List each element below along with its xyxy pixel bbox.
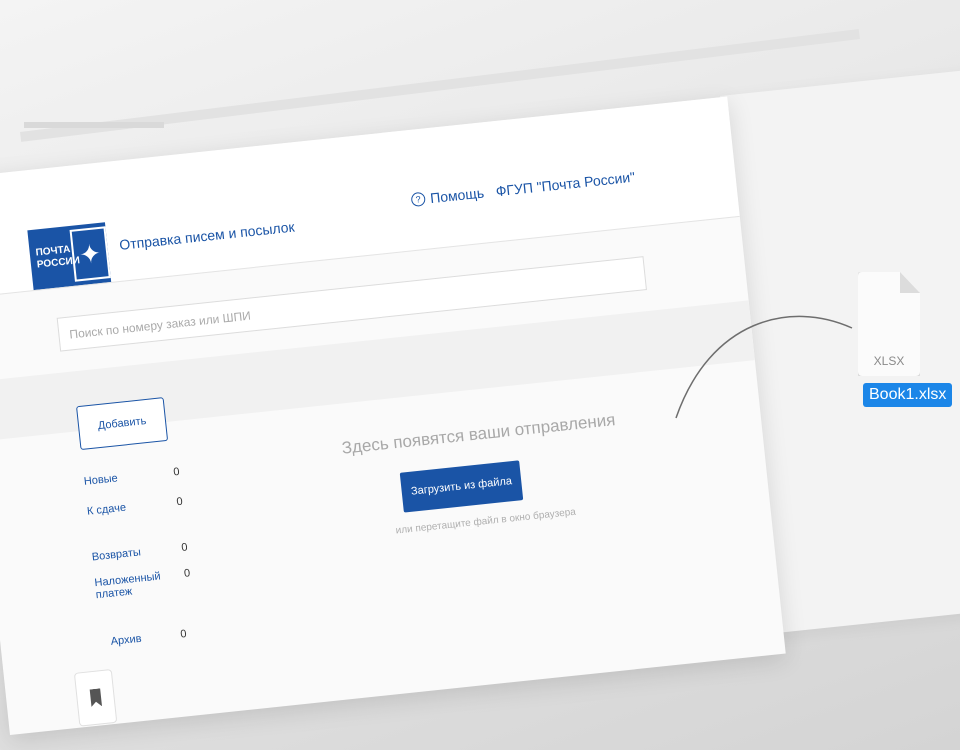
sidebar-item-count: 0 — [172, 465, 181, 479]
sidebar-item-count: 0 — [179, 628, 188, 641]
logo[interactable]: ПОЧТА РОССИИ ✦ — [27, 222, 112, 291]
bookmark-button[interactable] — [73, 669, 118, 727]
drag-hint: или перетащите файл в окно браузера — [395, 506, 577, 537]
sidebar-item-archive[interactable]: Архив 0 — [100, 623, 231, 649]
bookmark-icon — [89, 688, 102, 707]
sidebar-item-label: Наложенный платеж — [93, 570, 162, 602]
xlsx-file-icon[interactable]: XLSX — [858, 272, 920, 376]
question-icon: ? — [410, 191, 426, 208]
sidebar-item-to-hand-over[interactable]: К сдаче 0 — [86, 492, 217, 518]
sidebar-item-label: Новые — [83, 472, 119, 488]
file-name-label: Book1.xlsx — [863, 383, 953, 407]
drag-path-curve — [675, 315, 853, 419]
sidebar-list: Новые 0 К сдаче 0 Возвраты 0 Наложенный … — [83, 462, 230, 649]
eagle-emblem-icon: ✦ — [69, 226, 111, 282]
background-bar-small — [24, 122, 164, 128]
sidebar-item-label: К сдаче — [86, 501, 127, 518]
sidebar-item-count: 0 — [175, 495, 184, 509]
file-extension-label: XLSX — [873, 354, 905, 368]
sidebar-item-returns[interactable]: Возвраты 0 — [91, 538, 222, 564]
logo-text: ПОЧТА РОССИИ — [35, 244, 81, 271]
org-link[interactable]: ФГУП "Почта России" — [495, 169, 636, 200]
help-label: Помощь — [429, 184, 485, 207]
sidebar-item-new[interactable]: Новые 0 — [83, 462, 214, 488]
app-window: ПОЧТА РОССИИ ✦ Отправка писем и посылок … — [0, 96, 786, 736]
upload-xls-button[interactable]: Загрузить из файла .xls — [399, 460, 524, 533]
app-title: Отправка писем и посылок — [118, 218, 296, 253]
sidebar-item-label: Архив — [110, 632, 143, 648]
empty-state-title: Здесь появятся ваши отправления — [340, 410, 617, 458]
add-button[interactable]: Добавить — [76, 397, 169, 451]
help-link[interactable]: ? Помощь — [410, 184, 485, 209]
sidebar-item-label: Возвраты — [91, 546, 142, 564]
sidebar-item-count: 0 — [180, 541, 189, 555]
sidebar-item-count: 0 — [183, 567, 191, 580]
sidebar-item-cod[interactable]: Наложенный платеж 0 — [93, 567, 191, 602]
